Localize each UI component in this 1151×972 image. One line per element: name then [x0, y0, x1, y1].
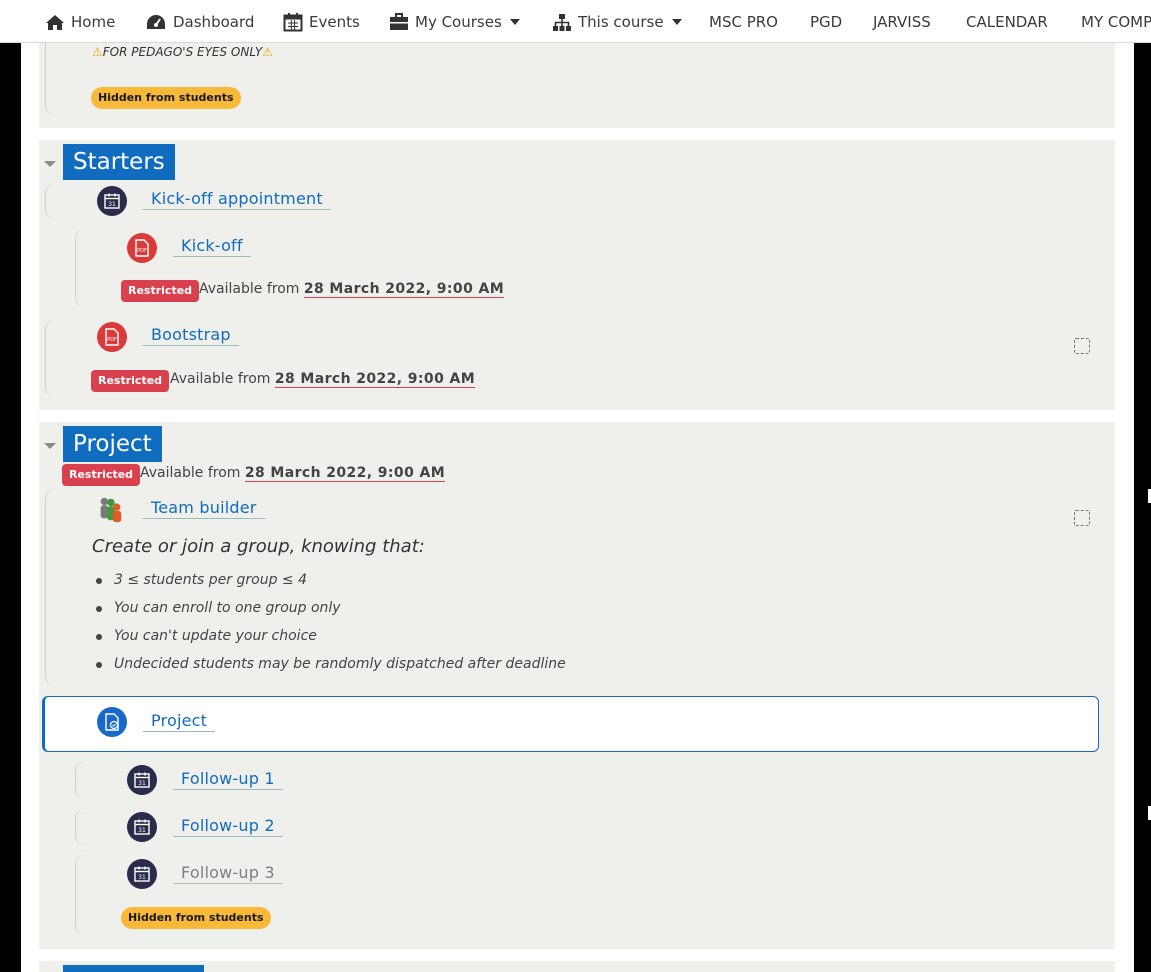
section-title-project[interactable]: Project [63, 426, 162, 462]
nav-pgd-label: PGD [810, 13, 843, 31]
activity-link-bootstrap[interactable]: Bootstrap [143, 325, 239, 346]
nav-my-courses-label: My Courses [415, 13, 502, 31]
availability-info: Available from 28 March 2022, 9:00 AM [199, 281, 505, 298]
pedago-warning: ⚠FOR PEDAGO'S EYES ONLY⚠ [92, 45, 273, 59]
activity-link-project[interactable]: Project [143, 711, 216, 732]
availability-date: 28 March 2022, 9:00 AM [303, 281, 505, 298]
team-builder-rules: 3 ≤ students per group ≤ 4 You can enrol… [94, 570, 566, 682]
course-content: ⚠FOR PEDAGO'S EYES ONLY⚠ Hidden from stu… [21, 43, 1134, 972]
availability-label: Available from [140, 465, 241, 481]
availability-date: 28 March 2022, 9:00 AM [274, 371, 476, 388]
nav-this-course[interactable]: This course [552, 11, 682, 33]
collapse-caret-icon[interactable] [44, 161, 56, 167]
chevron-down-icon [509, 19, 520, 25]
calendar-icon: 31 [127, 765, 157, 795]
activity-link-team-builder[interactable]: Team builder [143, 498, 265, 519]
nav-msc-pro-label: MSC PRO [709, 13, 778, 31]
svg-text:31: 31 [138, 780, 146, 787]
nav-jarviss[interactable]: JARVISS [873, 11, 931, 33]
assignment-icon [97, 707, 127, 737]
nav-this-course-label: This course [578, 13, 664, 31]
warning-icon: ⚠ [262, 45, 273, 59]
svg-text:31: 31 [138, 827, 146, 834]
svg-text:31: 31 [108, 201, 116, 208]
activity-link-followup-1[interactable]: Follow-up 1 [173, 769, 283, 790]
availability-label: Available from [199, 281, 300, 297]
activity-link-kickoff[interactable]: Kick-off [173, 236, 251, 257]
availability-label: Available from [170, 371, 271, 387]
course-section-starters: Starters 31 Kick-off appointment PDF Kic… [39, 140, 1115, 410]
availability-info: Available from 28 March 2022, 9:00 AM [170, 371, 476, 388]
chevron-down-icon [671, 19, 682, 25]
svg-text:PDF: PDF [107, 337, 117, 343]
calendar-icon: 31 [97, 186, 127, 216]
course-section-next [39, 961, 1115, 972]
nav-dashboard-label: Dashboard [173, 13, 255, 31]
hidden-badge: Hidden from students [91, 87, 241, 109]
nav-pgd[interactable]: PGD [810, 11, 842, 33]
list-item: You can enroll to one group only [94, 598, 566, 626]
list-item: 3 ≤ students per group ≤ 4 [94, 570, 566, 598]
activity-link-followup-2[interactable]: Follow-up 2 [173, 816, 283, 837]
nav-jarviss-label: JARVISS [873, 13, 931, 31]
home-icon [46, 14, 64, 30]
availability-date: 28 March 2022, 9:00 AM [244, 465, 446, 482]
nav-calendar[interactable]: CALENDAR [966, 11, 1048, 33]
section-title-starters[interactable]: Starters [63, 144, 175, 180]
course-section-project: Project Restricted Available from 28 Mar… [39, 422, 1115, 949]
pdf-icon: PDF [127, 233, 157, 263]
activity-link-kickoff-appointment[interactable]: Kick-off appointment [143, 189, 331, 210]
pdf-icon: PDF [97, 322, 127, 352]
nav-msc-pro[interactable]: MSC PRO [709, 11, 778, 33]
nav-my-courses[interactable]: My Courses [389, 11, 520, 33]
nav-calendar-label: CALENDAR [966, 13, 1048, 31]
list-item: You can't update your choice [94, 626, 566, 654]
course-section-hidden: ⚠FOR PEDAGO'S EYES ONLY⚠ Hidden from stu… [39, 43, 1115, 128]
window-left-edge [0, 0, 21, 972]
list-item: Undecided students may be randomly dispa… [94, 654, 566, 682]
nav-dashboard[interactable]: Dashboard [145, 11, 254, 33]
warning-text: FOR PEDAGO'S EYES ONLY [102, 45, 263, 59]
restricted-badge: Restricted [62, 464, 141, 486]
window-right-edge [1134, 0, 1151, 972]
nav-home-label: Home [71, 13, 116, 31]
team-builder-icon [95, 494, 125, 524]
nav-home[interactable]: Home [45, 11, 115, 33]
collapse-caret-icon[interactable] [44, 443, 56, 449]
team-builder-description-title: Create or join a group, knowing that: [92, 536, 425, 557]
svg-text:31: 31 [138, 874, 146, 881]
calendar-icon [283, 13, 303, 32]
warning-icon: ⚠ [92, 45, 103, 59]
restricted-badge: Restricted [91, 370, 170, 392]
calendar-icon: 31 [127, 812, 157, 842]
nav-events-label: Events [309, 13, 360, 31]
nav-my-comp[interactable]: MY COMP [1081, 11, 1151, 33]
dashboard-icon [147, 15, 165, 29]
calendar-icon: 31 [127, 859, 157, 889]
hidden-badge: Hidden from students [121, 907, 271, 929]
activity-link-followup-3[interactable]: Follow-up 3 [173, 863, 283, 884]
top-navbar: Home Dashboard Events My Courses This co… [0, 0, 1151, 43]
nav-events[interactable]: Events [283, 11, 360, 33]
restricted-badge: Restricted [121, 280, 200, 302]
availability-info: Available from 28 March 2022, 9:00 AM [140, 465, 446, 482]
nav-my-comp-label: MY COMP [1081, 13, 1151, 31]
completion-checkbox[interactable] [1074, 338, 1090, 354]
completion-checkbox[interactable] [1074, 510, 1090, 526]
section-title-next[interactable] [63, 965, 204, 972]
svg-text:PDF: PDF [137, 248, 147, 254]
briefcase-icon [390, 13, 408, 30]
sitemap-icon [553, 13, 571, 31]
